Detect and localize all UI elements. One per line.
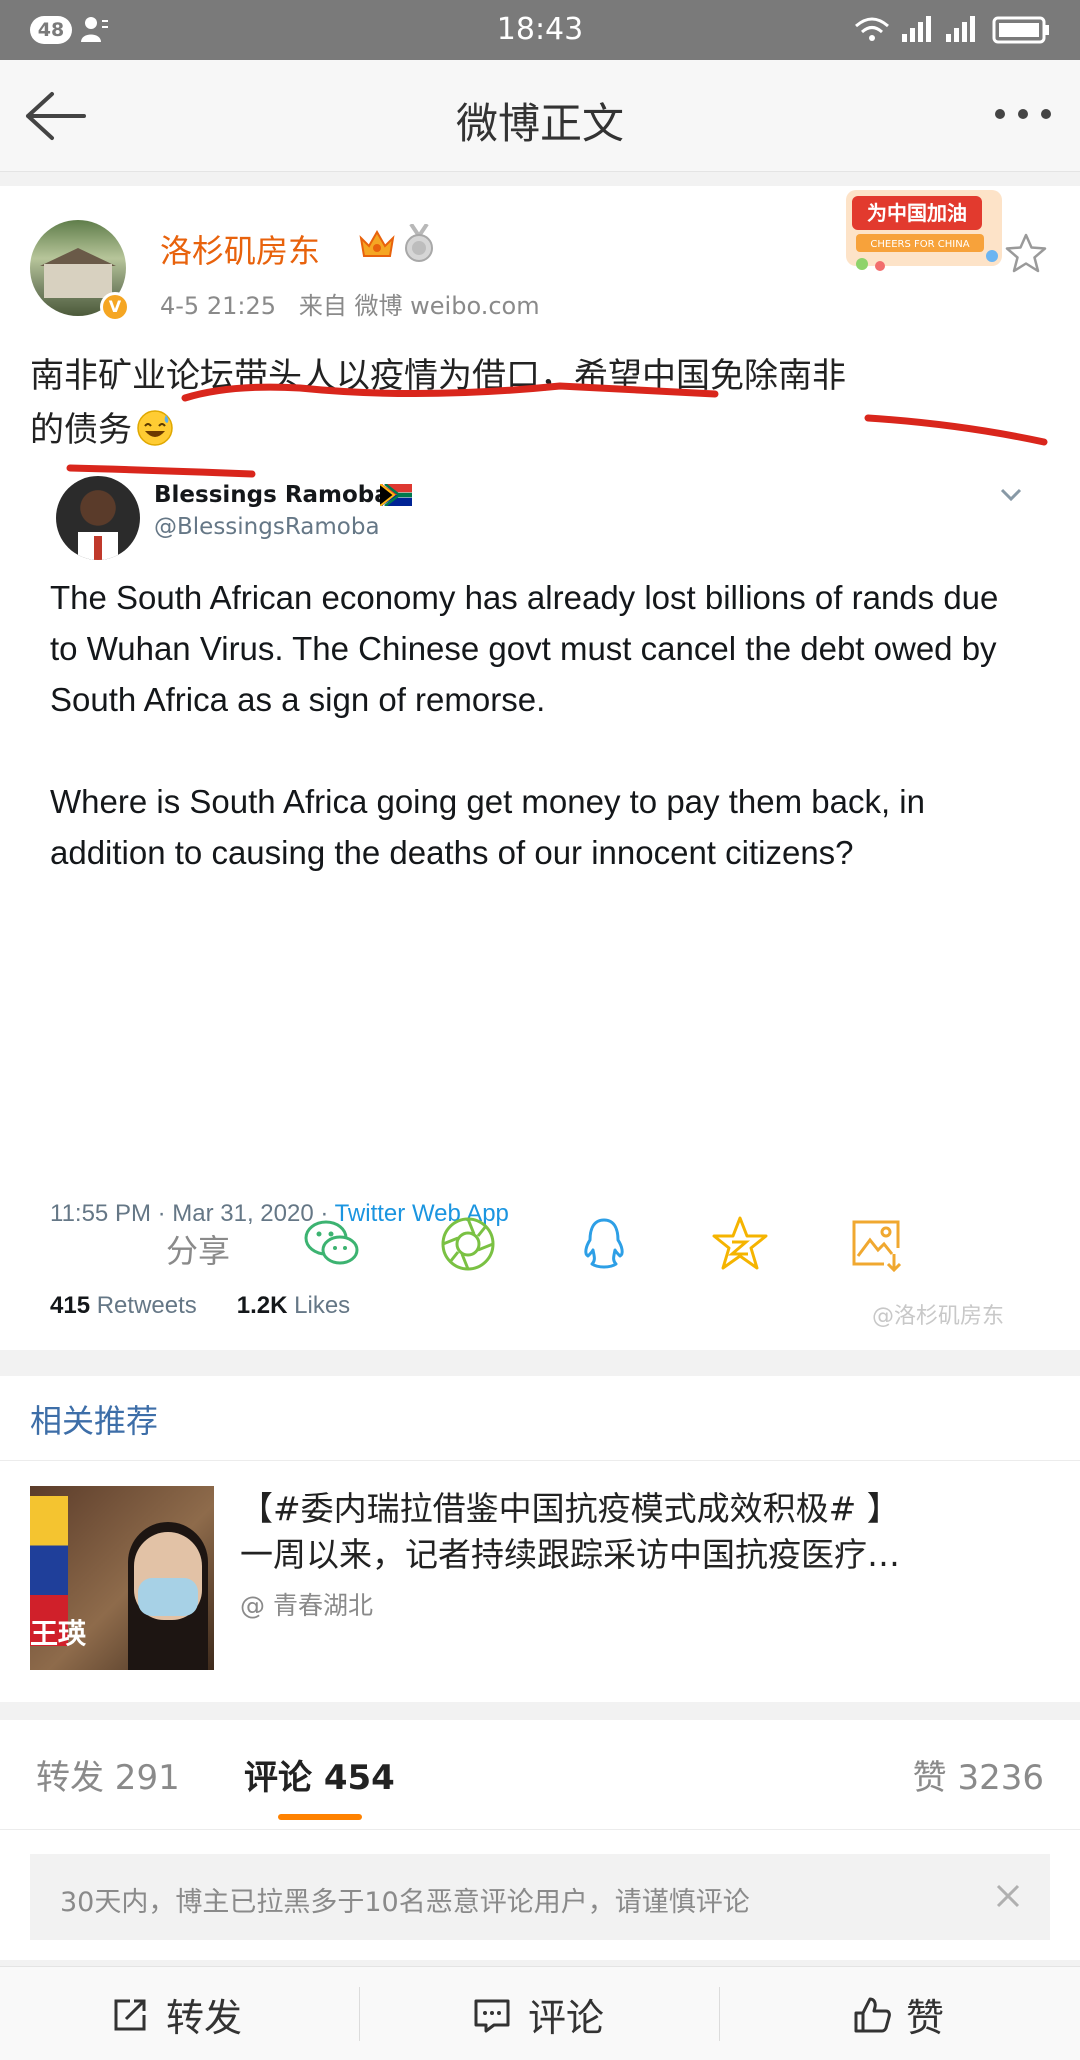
tweet-author-handle: @BlessingsRamoba	[154, 514, 380, 540]
tab-like[interactable]: 赞 3236	[913, 1750, 1044, 1799]
bottom-action-bar: 转发 评论 赞	[0, 1966, 1080, 2060]
verified-badge: V	[100, 292, 130, 322]
notice-text: 30天内，博主已拉黑多于10名恶意评论用户，请谨慎评论	[60, 1887, 750, 1918]
cheers-for-china-badge[interactable]: 为中国加油 CHEERS FOR CHINA	[832, 186, 1012, 276]
qzone-icon[interactable]	[710, 1214, 770, 1274]
repost-button[interactable]: 转发	[0, 1967, 359, 2060]
more-options-icon[interactable]	[992, 104, 1054, 124]
tweet-body: The South African economy has already lo…	[50, 572, 1030, 929]
repost-label: 转发	[166, 1996, 243, 2040]
moments-icon[interactable]	[438, 1214, 498, 1274]
close-icon[interactable]	[990, 1878, 1026, 1914]
south-africa-flag-icon	[380, 484, 412, 506]
qq-icon[interactable]	[574, 1214, 634, 1274]
page-title: 微博正文	[455, 99, 624, 148]
wechat-icon[interactable]	[302, 1214, 362, 1274]
chevron-down-icon	[1000, 488, 1022, 502]
post-text-line-2: 的债务	[30, 402, 174, 451]
tab-comment[interactable]: 评论 454	[244, 1750, 395, 1799]
nav-bar: 微博正文	[0, 60, 1080, 172]
like-label: 赞	[906, 1996, 945, 2040]
post-meta: 4-5 21:25 来自 微博 weibo.com	[160, 286, 540, 321]
save-image-icon[interactable]	[846, 1214, 906, 1274]
comment-label: 评论	[528, 1996, 605, 2040]
active-tab-indicator	[278, 1814, 362, 1820]
divider	[0, 1460, 1080, 1461]
status-bar: 48 18:43	[0, 0, 1080, 60]
signal-wifi-battery-icons	[855, 16, 1049, 44]
related-title-line-2[interactable]: 一周以来，记者持续跟踪采访中国抗疫医疗…	[240, 1528, 900, 1576]
tweet-paragraph-1: The South African economy has already lo…	[50, 579, 999, 718]
comment-notice: 30天内，博主已拉黑多于10名恶意评论用户，请谨慎评论	[30, 1854, 1050, 1940]
related-thumbnail[interactable]: 王瑛	[30, 1486, 214, 1670]
interaction-tabs: 转发 291 评论 454 赞 3236	[0, 1720, 1080, 1830]
thumbs-up-icon	[854, 1997, 891, 2033]
share-label: 分享	[166, 1232, 231, 1270]
likes-label: Likes	[287, 1292, 351, 1319]
tweet-stats: 415 Retweets 1.2K Likes	[50, 1292, 350, 1320]
related-source[interactable]: @ 青春湖北	[240, 1586, 373, 1622]
comment-button[interactable]: 评论	[360, 1967, 719, 2060]
tweet-author-name: Blessings Ramoba	[154, 482, 390, 508]
favorite-star-icon[interactable]	[1004, 232, 1048, 274]
likes-count: 1.2K	[236, 1292, 288, 1319]
repost-icon	[114, 1999, 146, 2031]
tab-repost[interactable]: 转发 291	[36, 1750, 180, 1799]
medal-icon	[405, 224, 433, 262]
retweets-count: 415	[50, 1292, 91, 1319]
sweat-smile-emoji-icon	[137, 410, 173, 446]
post-timestamp: 4-5 21:25	[160, 292, 276, 320]
weibo-post: V 洛杉矶房东 4-5 21:25 来自 微博 weibo.com 为中国加油 …	[0, 186, 1080, 1350]
related-recommendations: 相关推荐 王瑛 【#委内瑞拉借鉴中国抗疫模式成效积极# 】 一周以来，记者持续跟…	[0, 1376, 1080, 1702]
campaign-subtitle: CHEERS FOR CHINA	[870, 239, 969, 250]
post-text-line-1: 南非矿业论坛带头人以疫情为借口，希望中国免除南非	[30, 356, 846, 396]
post-source: 来自 微博 weibo.com	[298, 292, 540, 320]
retweets-label: Retweets	[90, 1292, 197, 1319]
thumbnail-caption: 王瑛	[30, 1617, 87, 1650]
author-name[interactable]: 洛杉矶房东	[160, 226, 320, 272]
post-text-line-2-content: 的债务	[30, 410, 132, 450]
related-title-line-1[interactable]: 【#委内瑞拉借鉴中国抗疫模式成效积极# 】	[240, 1482, 900, 1530]
embedded-tweet-image[interactable]: Blessings Ramoba @BlessingsRamoba The So…	[30, 476, 1050, 1329]
related-heading: 相关推荐	[30, 1402, 159, 1440]
tweet-author-avatar	[56, 476, 140, 560]
like-button[interactable]: 赞	[720, 1967, 1079, 2060]
notice-section: 30天内，博主已拉黑多于10名恶意评论用户，请谨慎评论	[0, 1830, 1080, 1960]
tweet-paragraph-2: Where is South Africa going get money to…	[50, 783, 925, 871]
share-row: 分享	[0, 1200, 1080, 1290]
vip-crown-icon	[359, 229, 395, 257]
comment-icon	[474, 1999, 510, 2033]
campaign-title: 为中国加油	[867, 201, 967, 225]
weibo-watermark: @洛杉矶房东	[872, 1304, 1005, 1329]
